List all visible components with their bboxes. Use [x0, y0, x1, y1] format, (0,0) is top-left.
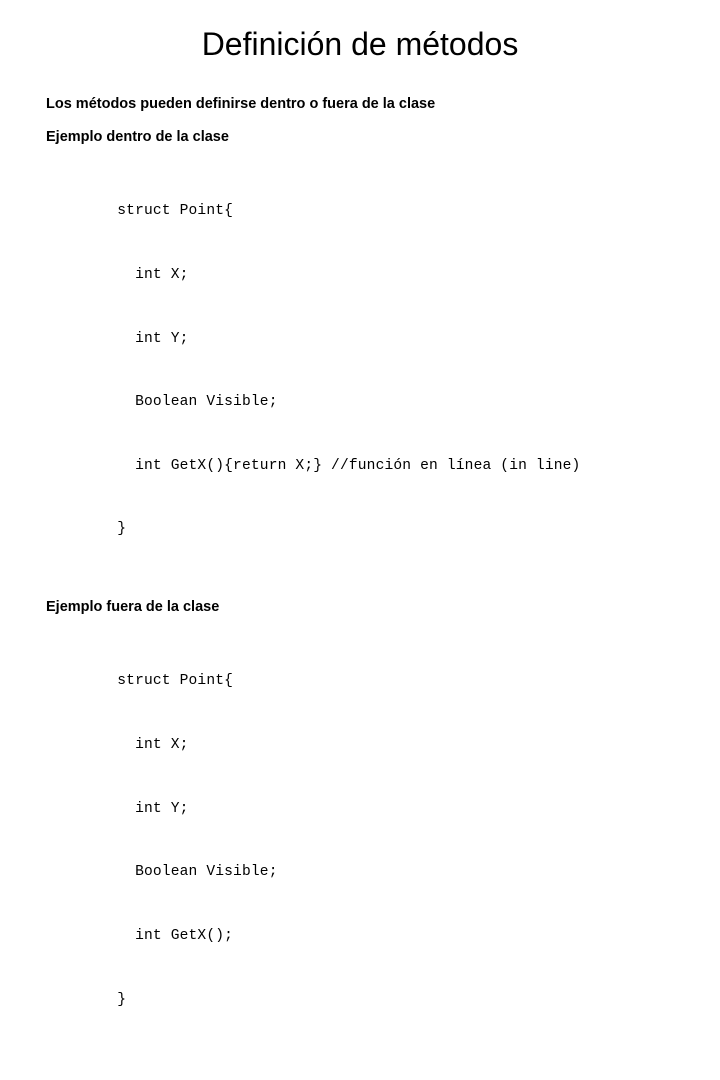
section-heading-inside-class: Ejemplo dentro de la clase: [46, 129, 229, 145]
code-block-outside-class: struct Point{ int X; int Y; Boolean Visi…: [46, 629, 640, 1080]
code-line: int X;: [46, 267, 189, 284]
code-line: int Y;: [46, 330, 189, 347]
slide-canvas: Definición de métodos Los métodos pueden…: [0, 0, 720, 1008]
lead-paragraph: Los métodos pueden definirse dentro o fu…: [46, 96, 436, 112]
code-line: struct Point{: [46, 203, 234, 220]
code-block-inside-class: struct Point{ int X; int Y; Boolean Visi…: [46, 159, 640, 583]
code-line: }: [46, 991, 127, 1008]
code-line: int GetX();: [46, 927, 234, 944]
code-line: int X;: [46, 737, 189, 754]
code-line: int GetX(){return X;} //función en línea…: [46, 457, 581, 474]
code-line: }: [46, 521, 127, 538]
code-line: int Y;: [46, 800, 189, 817]
page-title: Definición de métodos: [201, 26, 519, 62]
code-line: Boolean Visible;: [46, 394, 278, 411]
code-line: struct Point{: [46, 673, 234, 690]
code-line: Boolean Visible;: [46, 864, 278, 881]
section-heading-outside-class: Ejemplo fuera de la clase: [46, 599, 220, 616]
slide-body: Los métodos pueden definirse dentro o fu…: [46, 96, 646, 1080]
